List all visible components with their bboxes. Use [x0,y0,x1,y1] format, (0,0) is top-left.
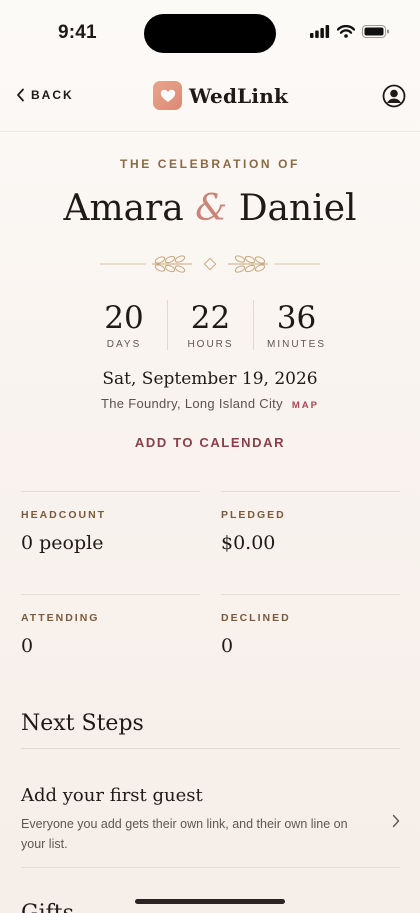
brand-logo [153,81,182,110]
countdown-days-value: 20 [104,300,144,336]
stat-label: PLEDGED [221,509,286,521]
laurel-right-icon [228,255,268,273]
step-description: Everyone you add gets their own link, an… [21,817,348,851]
stat-value: 0 [221,635,234,657]
status-time: 9:41 [58,22,97,43]
brand: WedLink [153,81,288,110]
countdown: 20 DAYS 22 HOURS 36 MINUTES [0,300,420,350]
profile-icon [382,84,406,108]
countdown-minutes-value: 36 [276,300,317,336]
gifts-title: Gifts [21,901,74,913]
celebration-kicker: THE CELEBRATION OF [120,157,300,171]
couple-names: Amara & Daniel [0,188,420,229]
stat-value: 0 people [21,532,104,554]
countdown-hours-label: HOURS [187,339,234,350]
countdown-minutes-label: MINUTES [267,339,326,350]
section-divider [21,748,400,749]
countdown-hours-value: 22 [190,300,231,336]
dynamic-island [144,14,276,53]
battery-icon [362,25,389,38]
status-bar: 9:41 [0,0,420,70]
brand-name: WedLink [189,83,288,108]
step-add-first-guest[interactable]: Add your first guest Everyone you add ge… [21,785,400,854]
countdown-days: 20 DAYS [81,300,167,350]
ornamental-divider [100,255,320,273]
stat-label: ATTENDING [21,612,100,624]
back-chevron-icon [17,88,24,102]
chevron-right-icon [392,814,400,828]
stat-attending: ATTENDING 0 [21,594,200,697]
event-venue: The Foundry, Long Island City [100,396,283,411]
countdown-minutes: 36 MINUTES [253,300,339,350]
map-link[interactable]: MAP [292,400,319,411]
countdown-hours: 22 HOURS [167,300,253,350]
ampersand: & [195,188,228,229]
stat-value: 0 [21,635,34,657]
add-to-calendar-button[interactable]: ADD TO CALENDAR [0,435,420,450]
countdown-days-label: DAYS [106,339,142,350]
stats-grid: HEADCOUNT 0 people PLEDGED $0.00 ATTENDI… [21,491,400,697]
stat-pledged: PLEDGED $0.00 [221,491,400,594]
venue-row: The Foundry, Long Island City MAP [0,396,420,411]
laurel-left-icon [152,255,192,273]
nav-bar: BACK WedLink [0,70,420,132]
status-icons [310,25,390,38]
stat-declined: DECLINED 0 [221,594,400,697]
next-steps-title: Next Steps [21,711,144,736]
step-divider [21,867,400,868]
wifi-icon [337,25,355,38]
back-button[interactable]: BACK [16,88,74,102]
profile-button[interactable] [382,84,406,113]
step-title: Add your first guest [21,785,203,806]
partner-two-name: Daniel [238,188,357,229]
home-indicator [135,899,285,904]
signal-icon [310,25,330,38]
partner-one-name: Amara [63,188,184,229]
stat-headcount: HEADCOUNT 0 people [21,491,200,594]
event-date: Sat, September 19, 2026 [102,369,318,389]
stat-value: $0.00 [221,532,276,554]
back-label: BACK [31,88,74,102]
heart-icon [160,89,175,102]
stat-label: HEADCOUNT [21,509,107,521]
stat-label: DECLINED [221,612,291,624]
